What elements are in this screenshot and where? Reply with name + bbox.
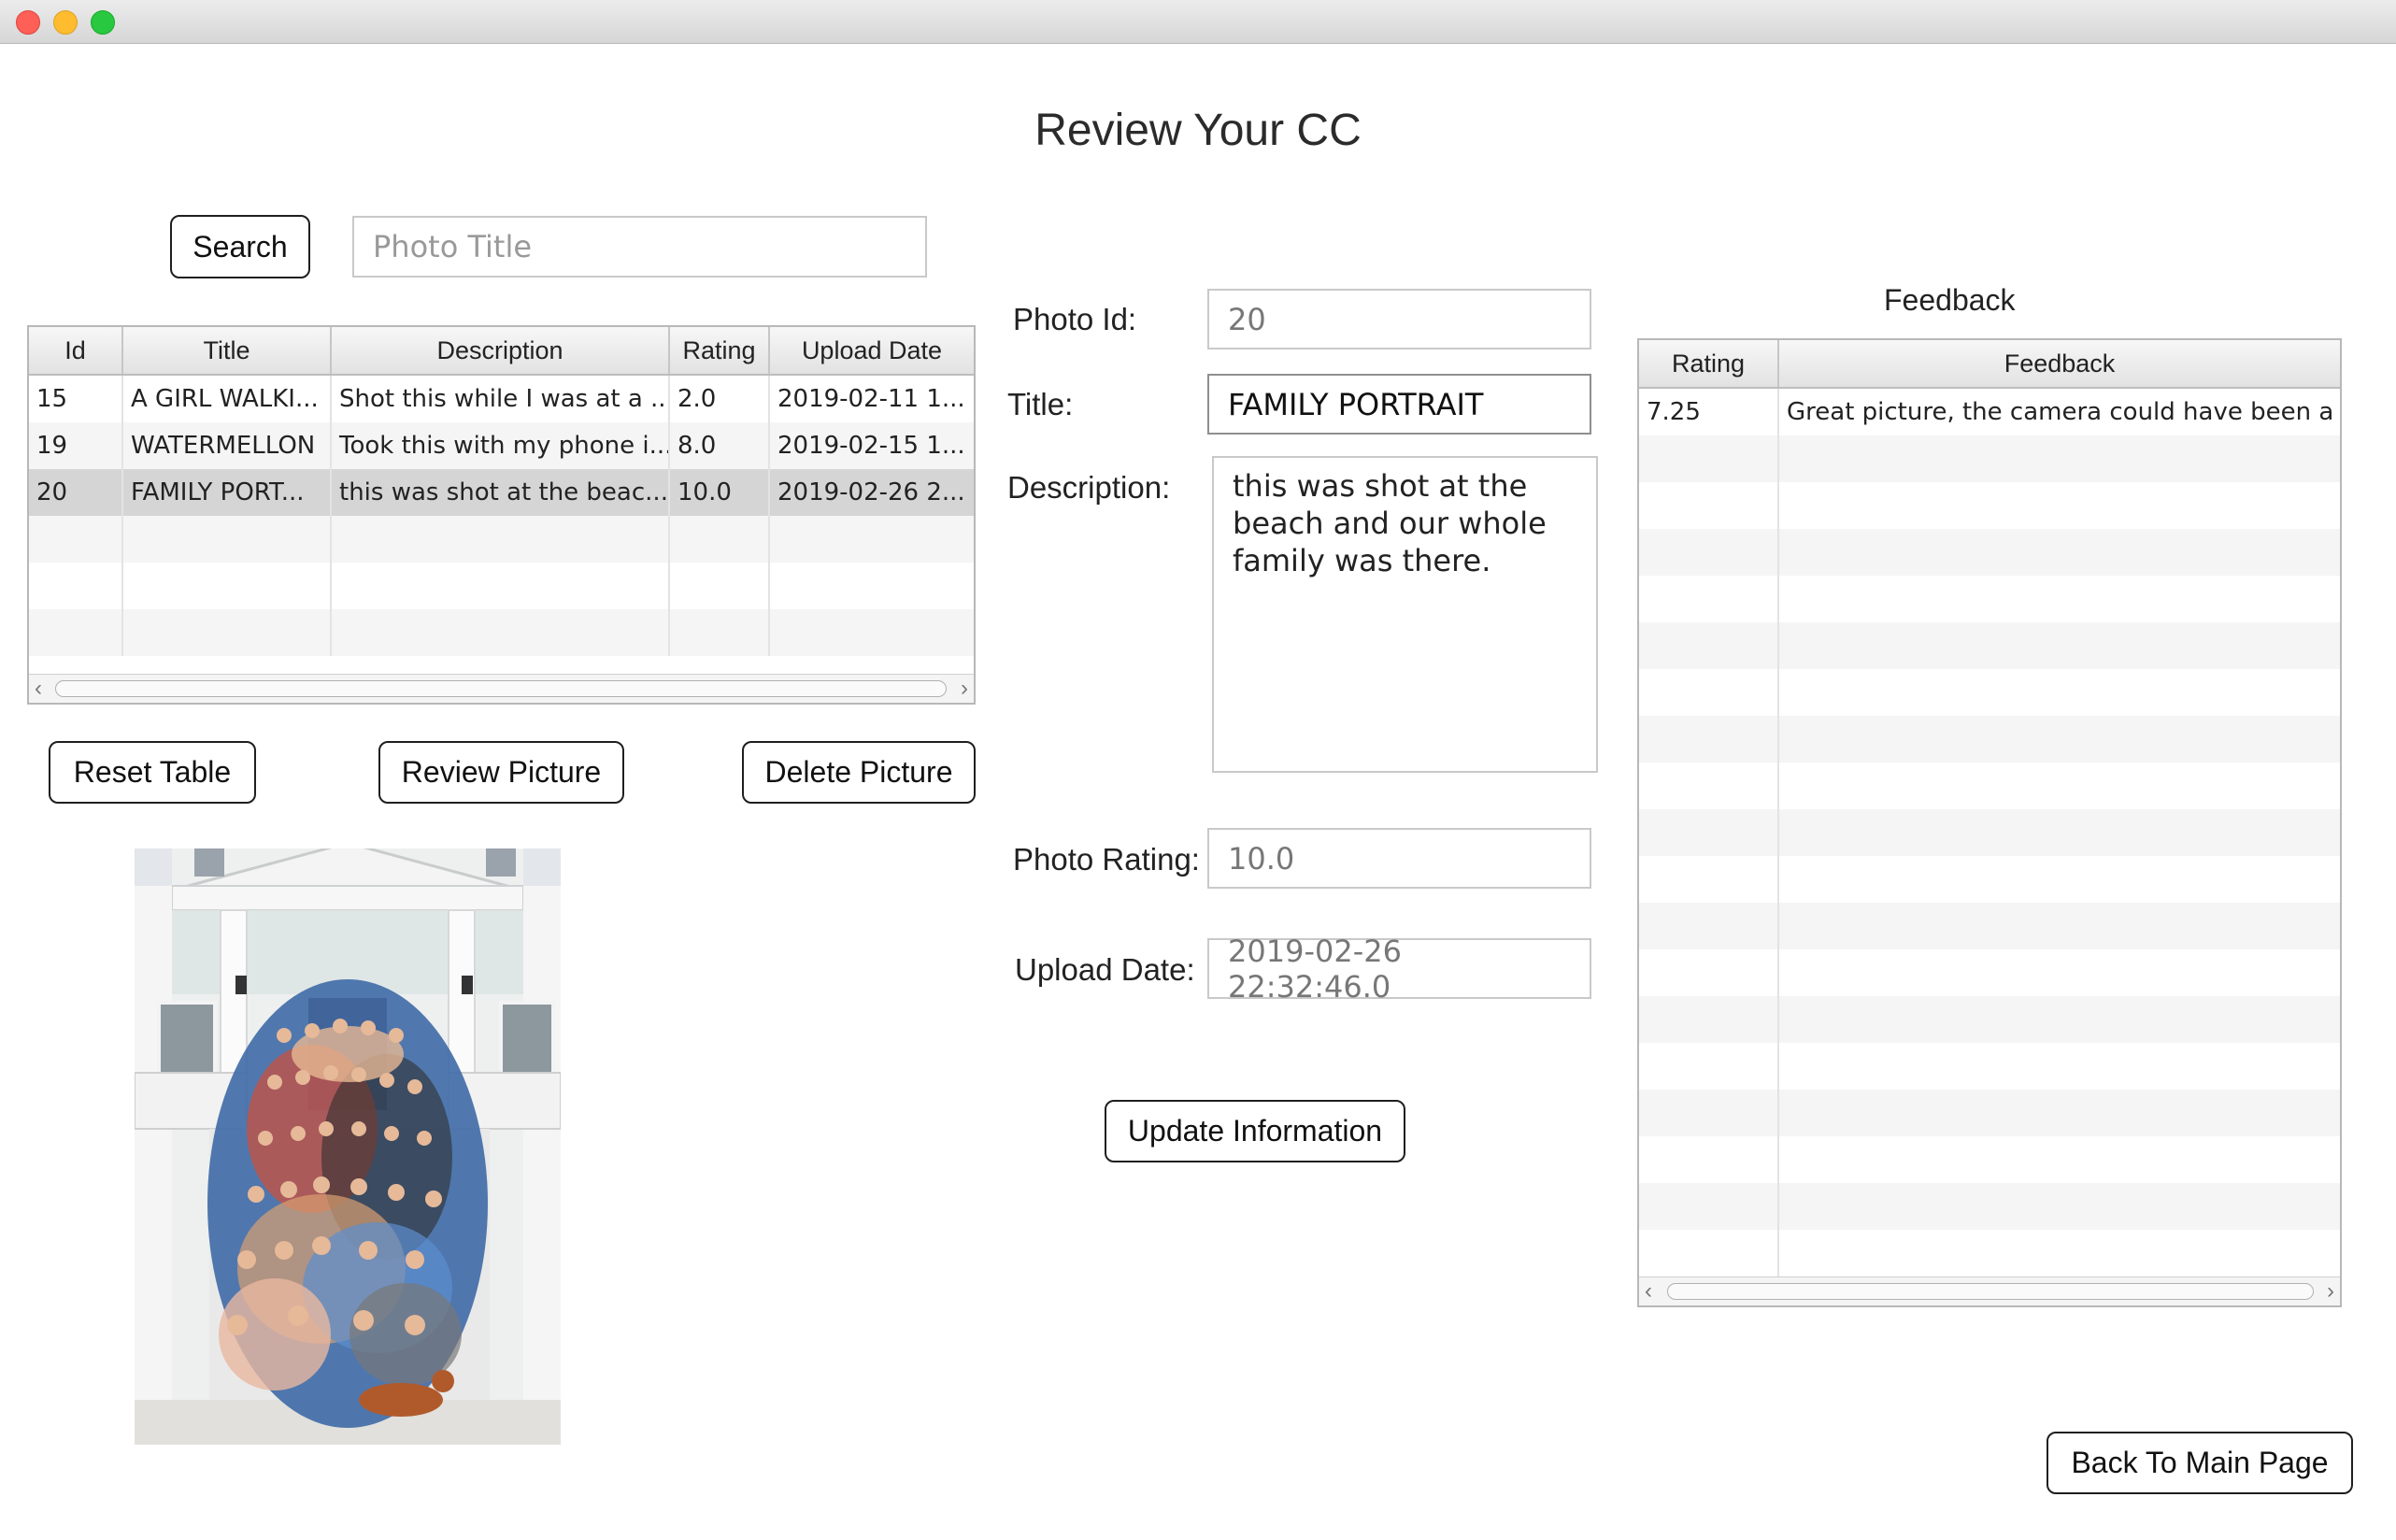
photo-id-field[interactable]: 20 — [1207, 289, 1591, 349]
window-titlebar — [0, 0, 2396, 44]
scroll-right-icon[interactable]: › — [961, 675, 968, 703]
upload-date-field[interactable]: 2019-02-26 22:32:46.0 — [1207, 934, 1591, 1005]
empty-row — [1639, 949, 2340, 996]
reset-table-button[interactable]: Reset Table — [49, 741, 256, 804]
empty-row — [1639, 1230, 2340, 1276]
scroll-right-icon[interactable]: › — [2327, 1277, 2334, 1305]
upload-date-value: 2019-02-26 22:32:46.0 — [1228, 933, 1402, 1005]
column-header-rating[interactable]: Rating — [1639, 340, 1779, 387]
empty-row — [1639, 809, 2340, 856]
column-header-description[interactable]: Description — [332, 327, 670, 374]
page-title: Review Your CC — [1034, 106, 1362, 155]
photo-rating-label: Photo Rating: — [1013, 842, 1200, 877]
empty-row — [1639, 1136, 2340, 1183]
photos-table-body: 15 A GIRL WALKI... Shot this while I was… — [29, 376, 974, 656]
feedback-heading: Feedback — [1884, 283, 2016, 317]
photo-id-value: 20 — [1228, 301, 1266, 337]
delete-picture-button[interactable]: Delete Picture — [742, 741, 976, 804]
empty-row — [1639, 903, 2340, 949]
cell-description: this was shot at the beac... — [332, 469, 670, 516]
cell-upload-date: 2019-02-15 1... — [777, 432, 965, 460]
search-button[interactable]: Search — [170, 215, 310, 278]
photo-id-label: Photo Id: — [1013, 302, 1137, 336]
empty-row — [29, 516, 974, 563]
table-row[interactable]: 7.25 Great picture, the camera could hav… — [1639, 389, 2340, 435]
empty-row — [1639, 996, 2340, 1043]
scrollbar-thumb[interactable] — [55, 680, 947, 697]
empty-row — [1639, 482, 2340, 529]
table-row[interactable]: 15 A GIRL WALKI... Shot this while I was… — [29, 376, 974, 422]
cell-rating: 2.0 — [670, 376, 770, 422]
column-header-feedback[interactable]: Feedback — [1779, 340, 2340, 387]
minimize-window-button[interactable] — [53, 10, 78, 35]
review-picture-button[interactable]: Review Picture — [378, 741, 624, 804]
zoom-window-button[interactable] — [91, 10, 115, 35]
photo-rating-field[interactable]: 10.0 — [1207, 828, 1591, 889]
column-header-rating[interactable]: Rating — [670, 327, 770, 374]
photos-table[interactable]: Id Title Description Rating Upload Date … — [27, 325, 976, 705]
column-header-id[interactable]: Id — [29, 327, 123, 374]
description-label: Description: — [1007, 470, 1171, 505]
description-value: this was shot at the beach and our whole… — [1233, 468, 1547, 578]
update-information-button[interactable]: Update Information — [1105, 1100, 1405, 1162]
scrollbar-thumb[interactable] — [1667, 1283, 2314, 1300]
search-placeholder: Photo Title — [373, 229, 533, 264]
cell-upload-date: 2019-02-11 1... — [777, 385, 965, 413]
cell-title: FAMILY PORT... — [123, 469, 332, 516]
empty-row — [1639, 856, 2340, 903]
close-window-button[interactable] — [16, 10, 40, 35]
cell-id: 19 — [29, 422, 123, 469]
empty-row — [1639, 1090, 2340, 1136]
cell-rating: 8.0 — [670, 422, 770, 469]
empty-row — [1639, 435, 2340, 482]
title-label: Title: — [1007, 387, 1074, 421]
scroll-left-icon[interactable]: ‹ — [35, 675, 42, 703]
scroll-left-icon[interactable]: ‹ — [1645, 1277, 1652, 1305]
cell-rating: 7.25 — [1639, 389, 1779, 435]
cell-description: Shot this while I was at a ... — [332, 376, 670, 422]
empty-row — [29, 563, 974, 609]
cell-title: A GIRL WALKI... — [123, 376, 332, 422]
feedback-table-header: Rating Feedback — [1639, 340, 2340, 389]
table-row[interactable]: 19 WATERMELLON Took this with my phone i… — [29, 422, 974, 469]
cell-title: WATERMELLON — [123, 422, 332, 469]
upload-date-label: Upload Date: — [1015, 952, 1195, 987]
photo-rating-value: 10.0 — [1228, 840, 1295, 877]
empty-row — [1639, 576, 2340, 622]
empty-row — [29, 609, 974, 656]
cell-upload-date: 2019-02-26 2... — [777, 478, 965, 506]
feedback-table-horizontal-scrollbar[interactable]: ‹ › — [1639, 1276, 2340, 1305]
feedback-table-body: 7.25 Great picture, the camera could hav… — [1639, 389, 2340, 1276]
title-field[interactable]: FAMILY PORTRAIT — [1207, 374, 1591, 435]
cell-feedback: Great picture, the camera could have bee… — [1787, 398, 2340, 426]
cell-rating: 10.0 — [670, 469, 770, 516]
title-value: FAMILY PORTRAIT — [1228, 386, 1484, 422]
photo-title-search-input[interactable]: Photo Title — [352, 216, 927, 278]
empty-row — [1639, 1183, 2340, 1230]
empty-row — [1639, 763, 2340, 809]
table-row-selected[interactable]: 20 FAMILY PORT... this was shot at the b… — [29, 469, 974, 516]
empty-row — [1639, 529, 2340, 576]
empty-row — [1639, 669, 2340, 716]
cell-id: 20 — [29, 469, 123, 516]
column-header-title[interactable]: Title — [123, 327, 332, 374]
description-textarea[interactable]: this was shot at the beach and our whole… — [1212, 456, 1598, 773]
empty-row — [1639, 716, 2340, 763]
photos-table-header: Id Title Description Rating Upload Date — [29, 327, 974, 376]
photo-preview-image — [135, 848, 561, 1445]
feedback-table[interactable]: Rating Feedback 7.25 Great picture, the … — [1637, 338, 2342, 1307]
cell-id: 15 — [29, 376, 123, 422]
photos-table-horizontal-scrollbar[interactable]: ‹ › — [29, 674, 974, 703]
column-header-upload-date[interactable]: Upload Date — [770, 327, 974, 374]
cell-description: Took this with my phone i... — [332, 422, 670, 469]
empty-row — [1639, 1043, 2340, 1090]
back-to-main-page-button[interactable]: Back To Main Page — [2047, 1432, 2353, 1494]
empty-row — [1639, 622, 2340, 669]
